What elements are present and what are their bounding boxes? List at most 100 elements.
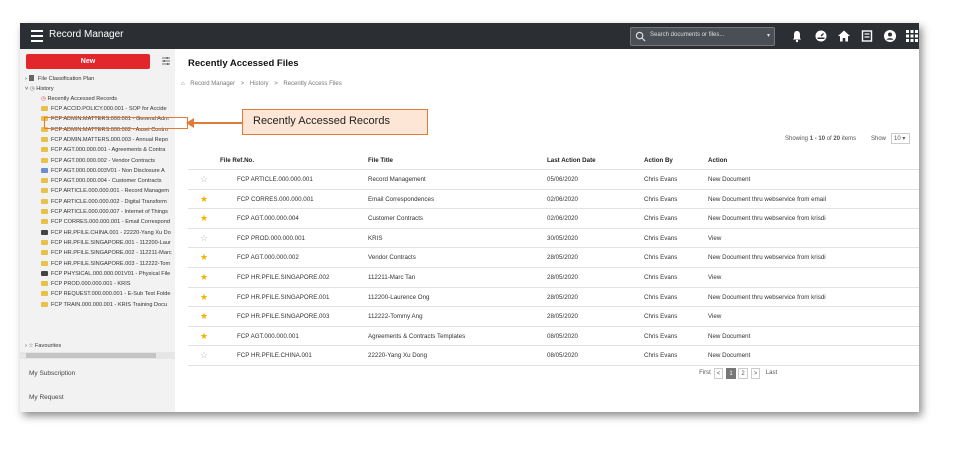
col-header-action[interactable]: Action: [708, 157, 727, 169]
cell-last-action-date: 02/06/2020: [547, 195, 578, 203]
home-icon[interactable]: ⌂: [181, 81, 185, 87]
tree-item-folder[interactable]: FCP PROD.000.000.001 - KRIS: [41, 279, 131, 289]
search-box[interactable]: Search documents or files... ▾: [630, 27, 775, 46]
new-button[interactable]: New: [26, 54, 150, 69]
scrollbar-thumb[interactable]: [26, 353, 156, 358]
filter-settings-icon[interactable]: [161, 56, 171, 66]
bell-icon[interactable]: [790, 29, 804, 43]
col-header-last-action-date[interactable]: Last Action Date: [547, 157, 596, 169]
cell-file-ref[interactable]: FCP HR.PFILE.SINGAPORE.001: [237, 294, 329, 301]
cell-file-title[interactable]: 22220-Yang Xu Dong: [368, 352, 427, 359]
tree-item-recently-accessed-records[interactable]: ◷ Recently Accessed Records: [41, 94, 117, 104]
chevron-down-icon[interactable]: ˅: [25, 86, 28, 92]
star-filled-icon[interactable]: ★: [200, 253, 208, 262]
star-outline-icon[interactable]: ☆: [200, 233, 208, 243]
star-filled-icon[interactable]: ★: [200, 292, 208, 302]
star-filled-icon[interactable]: ★: [200, 194, 208, 204]
page-size-select[interactable]: 10 ▾: [891, 133, 910, 144]
tree-item-folder[interactable]: FCP ARTICLE.000.000.001 - Record Managem: [41, 186, 169, 196]
inbox-icon[interactable]: [860, 29, 874, 43]
col-header-action-by[interactable]: Action By: [644, 157, 673, 169]
cell-file-title[interactable]: Agreements & Contracts Templates: [368, 333, 465, 340]
tree-item-folder[interactable]: FCP AGT.000.000.001 - Agreements & Contr…: [41, 145, 165, 155]
cell-file-title[interactable]: Customer Contracts: [368, 215, 423, 222]
cell-file-ref[interactable]: FCP CORRES.000.000.001: [237, 196, 314, 203]
tree-item-file-classification-plan[interactable]: › File Classification Plan: [25, 74, 94, 84]
col-header-file-ref[interactable]: File Ref.No.: [220, 157, 254, 169]
tree-item-folder[interactable]: FCP AGT.000.000.003V01 - Non Disclosure …: [41, 166, 165, 176]
tree-item-folder[interactable]: FCP PHYSICAL.000.000.001V01 - Physical F…: [41, 269, 170, 279]
tree-item-folder[interactable]: FCP HR.PFILE.SINGAPORE.001 - 112200-Laur: [41, 238, 171, 248]
cell-file-ref[interactable]: FCP HR.PFILE.SINGAPORE.002: [237, 274, 329, 281]
cell-file-ref[interactable]: FCP AGT.000.000.001: [237, 333, 299, 340]
pager-page-1[interactable]: 1: [726, 368, 736, 379]
cell-last-action-date: 28/05/2020: [547, 254, 578, 262]
tree-item-label: History: [36, 86, 54, 92]
dashboard-icon[interactable]: [814, 29, 828, 43]
cell-file-title[interactable]: 112200-Laurence Ong: [368, 294, 429, 301]
callout-arrowhead: [186, 118, 194, 128]
tree-item-folder[interactable]: FCP AGT.000.000.002 - Vendor Contracts: [41, 156, 155, 166]
chevron-right-icon[interactable]: ›: [25, 76, 27, 82]
cell-file-title[interactable]: Record Management: [368, 176, 426, 183]
star-filled-icon[interactable]: ★: [200, 331, 208, 341]
chevron-down-icon[interactable]: ▾: [767, 32, 770, 39]
cell-action-by: Chris Evans: [644, 274, 678, 281]
tree-item-folder[interactable]: FCP ADMIN.MATTERS.000.003 - Annual Repo: [41, 135, 168, 145]
pager-page-2[interactable]: 2: [738, 368, 748, 379]
tree-item-folder[interactable]: FCP TRAIN.000.000.001 - KRIS Training Do…: [41, 300, 167, 310]
cell-file-title[interactable]: Email Correspondences: [368, 196, 434, 203]
star-filled-icon[interactable]: ★: [200, 312, 208, 321]
tree-item-folder[interactable]: FCP HR.PFILE.CHINA.001 - 22220-Yang Xu D…: [41, 228, 171, 238]
horizontal-scrollbar[interactable]: [20, 352, 175, 359]
col-header-file-title[interactable]: File Title: [368, 157, 393, 169]
cell-action-by: Chris Evans: [644, 195, 678, 203]
search-input[interactable]: Search documents or files...: [650, 32, 724, 38]
pager-prev[interactable]: <: [714, 368, 723, 379]
results-summary: Showing 1 - 10 of 20 items: [785, 136, 856, 142]
cell-file-ref[interactable]: FCP AGT.000.000.002: [237, 254, 299, 261]
tree-item-folder[interactable]: FCP ARTICLE.000.000.007 - Internet of Th…: [41, 207, 168, 217]
tree-item-label: Recently Accessed Records: [47, 96, 118, 102]
tree-item-folder[interactable]: FCP ARTICLE.000.000.002 - Digital Transf…: [41, 197, 167, 207]
my-subscription-link[interactable]: My Subscription: [29, 370, 75, 377]
menu-icon[interactable]: [31, 30, 43, 42]
cell-file-title[interactable]: Vendor Contracts: [368, 254, 416, 261]
cell-file-ref[interactable]: FCP HR.PFILE.CHINA.001: [237, 352, 312, 359]
row-divider: [188, 306, 919, 308]
pager-next[interactable]: >: [751, 368, 760, 379]
user-icon[interactable]: [883, 29, 897, 43]
tree-item-label: FCP ADMIN.MATTERS.000.003 - Annual Repo: [51, 136, 169, 143]
star-outline-icon[interactable]: ☆: [200, 351, 208, 360]
star-outline-icon[interactable]: ☆: [200, 175, 208, 184]
cell-file-title[interactable]: 112211-Marc Tan: [368, 274, 415, 281]
star-filled-icon[interactable]: ★: [200, 214, 208, 223]
apps-grid-icon[interactable]: [905, 29, 919, 43]
cell-action: New Document thru webservice from krisdi: [708, 254, 826, 262]
breadcrumb-item: Recently Access Files: [283, 81, 342, 87]
tree-item-folder[interactable]: FCP CORRES.000.000.001 - Email Correspon…: [41, 217, 170, 227]
tree-item-folder[interactable]: FCP REQUEST.000.000.001 - E-Sub Test Fol…: [41, 289, 171, 299]
star-filled-icon[interactable]: ★: [200, 273, 208, 282]
tree-item-folder[interactable]: FCP HR.PFILE.SINGAPORE.003 - 112222-Tom: [41, 259, 170, 269]
tree-item-history[interactable]: ˅ ◷ History: [25, 84, 54, 94]
cell-file-ref[interactable]: FCP HR.PFILE.SINGAPORE.003: [237, 313, 329, 320]
row-divider: [188, 345, 919, 347]
tree-item-folder[interactable]: FCP AGT.000.000.004 - Customer Contracts: [41, 176, 162, 186]
home-icon[interactable]: [837, 29, 851, 43]
chevron-right-icon[interactable]: ›: [25, 343, 27, 349]
breadcrumb-item[interactable]: Record Manager: [190, 81, 235, 87]
pager-first[interactable]: First: [696, 368, 714, 379]
cell-file-ref[interactable]: FCP AGT.000.000.004: [237, 215, 299, 222]
folder-icon: [41, 260, 48, 266]
pager-last[interactable]: Last: [763, 368, 780, 379]
cell-file-ref[interactable]: FCP PROD.000.000.001: [237, 235, 305, 242]
cell-file-ref[interactable]: FCP ARTICLE.000.000.001: [237, 176, 313, 183]
tree-item-favourites[interactable]: › ☆ Favourites: [25, 341, 61, 351]
cell-file-title[interactable]: KRIS: [368, 235, 382, 242]
cell-file-title[interactable]: 112222-Tommy Ang: [368, 313, 423, 320]
my-request-link[interactable]: My Request: [29, 394, 64, 401]
tree-item-folder[interactable]: FCP ACCID.POLICY.000.001 - SOP for Accid…: [41, 104, 167, 114]
tree-item-folder[interactable]: FCP HR.PFILE.SINGAPORE.002 - 112211-Marc: [41, 248, 172, 258]
breadcrumb-item[interactable]: History: [250, 81, 269, 87]
